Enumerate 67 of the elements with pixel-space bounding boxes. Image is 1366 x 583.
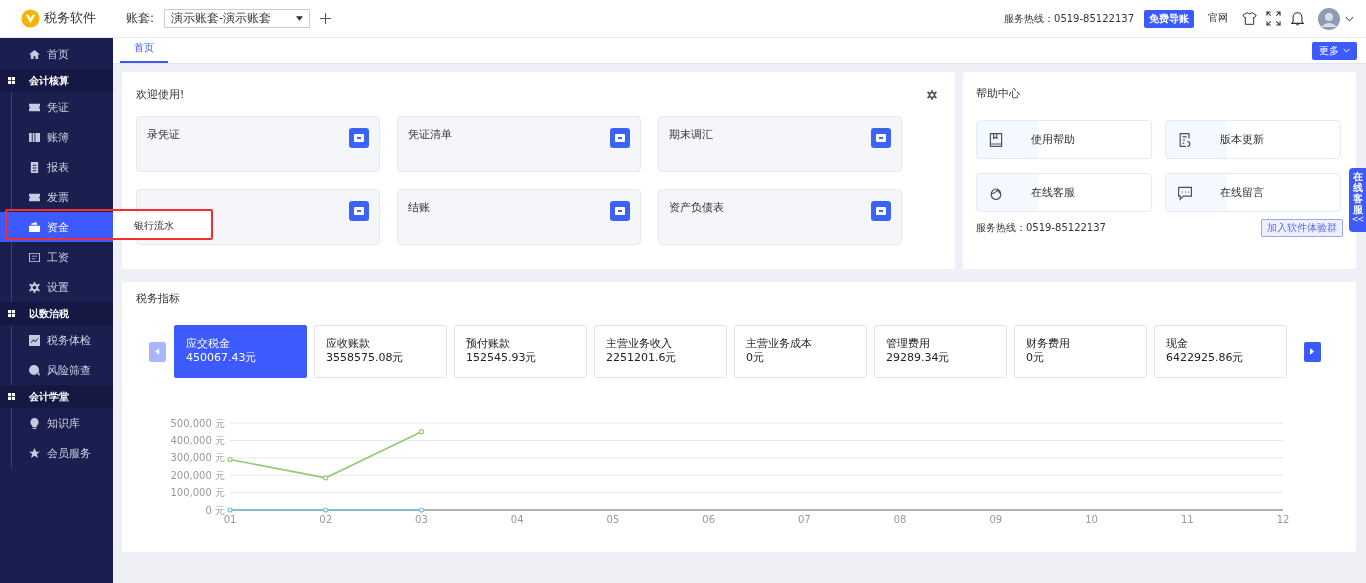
item-label: 风险筛查 [47,362,91,378]
x-tick-label: 06 [702,514,715,525]
item-label: 税务体检 [47,332,91,348]
indicator-value: 152545.93元 [466,351,538,365]
shortcut-label: 凭证清单 [408,128,452,141]
group-label: 会计学堂 [29,389,69,404]
indicator-value: 6422925.86元 [1166,351,1245,365]
indicator-name: 应交税金 [186,337,231,351]
indicator-value: 2251201.6元 [606,351,678,365]
x-tick-label: 08 [893,514,907,525]
y-tick-label: 400,000 元 [170,434,225,446]
indicator-name: 预付账款 [466,337,511,351]
x-tick-label: 03 [415,514,428,525]
indicator-value: 3558575.08元 [326,351,405,365]
item-label: 账簿 [47,129,69,145]
item-label: 凭证 [47,99,69,115]
card-title: 欢迎使用! [136,88,185,102]
item-label: 设置 [47,279,69,295]
x-tick-label: 09 [989,514,1003,525]
x-tick-label: 12 [1276,514,1290,525]
card-title: 帮助中心 [976,87,1020,99]
card-title: 税务指标 [135,292,181,306]
x-tick-label: 10 [1085,514,1098,525]
item-label: 会员服务 [47,445,91,461]
x-tick-label: 07 [798,514,811,525]
x-tick-label: 01 [223,514,237,525]
indicator-name: 现金 [1166,337,1189,351]
item-label: 发票 [47,189,69,205]
item-label: 首页 [47,46,69,62]
item-label: 工资 [47,249,69,265]
hotline-text: 服务热线：0519-85122137 [976,221,1106,235]
shortcut-label: 录凭证 [147,128,180,141]
indicator-name: 应收账款 [326,337,371,351]
item-label: 资金 [47,219,69,235]
x-tick-label: 04 [510,514,524,525]
indicator-name: 财务费用 [1026,337,1071,351]
indicator-value: 0元 [1026,351,1045,365]
y-tick-label: 300,000 元 [170,452,225,464]
indicator-value: 29289.34元 [886,351,951,365]
app-name: 税务软件 [44,10,96,27]
group-label: 以数治税 [29,306,69,321]
shortcut-label: 资产负债表 [669,201,724,214]
help-label: 在线留言 [1220,185,1264,200]
indicator-value: 0元 [746,351,765,365]
x-tick-label: 05 [606,514,620,525]
item-label: 知识库 [47,415,80,431]
indicator-name: 主营业务成本 [746,337,813,351]
y-tick-label: 200,000 元 [170,469,225,481]
shortcut-label: 结账 [408,201,430,214]
help-label: 在线客服 [1031,185,1075,200]
help-label: 使用帮助 [1031,132,1075,147]
hotline-text: 服务热线：0519-85122137 [1004,11,1134,26]
group-label: 会计核算 [29,73,69,88]
item-label: 报表 [47,159,69,175]
account-label: 账套: [126,10,155,27]
y-tick-label: 100,000 元 [170,487,225,499]
y-tick-label: 500,000 元 [170,417,225,429]
collapse-arrows: << [1351,215,1364,224]
x-tick-label: 02 [319,514,333,525]
y-tick-label: 0 元 [205,504,225,516]
indicator-name: 管理费用 [886,337,931,351]
indicator-name: 主营业务收入 [606,337,673,351]
help-label: 版本更新 [1220,132,1264,147]
online-service-label: 在线客服 [1352,171,1363,215]
indicator-value: 450067.43元 [186,351,258,365]
shortcut-label: 期末调汇 [669,128,713,141]
x-tick-label: 11 [1180,514,1194,525]
